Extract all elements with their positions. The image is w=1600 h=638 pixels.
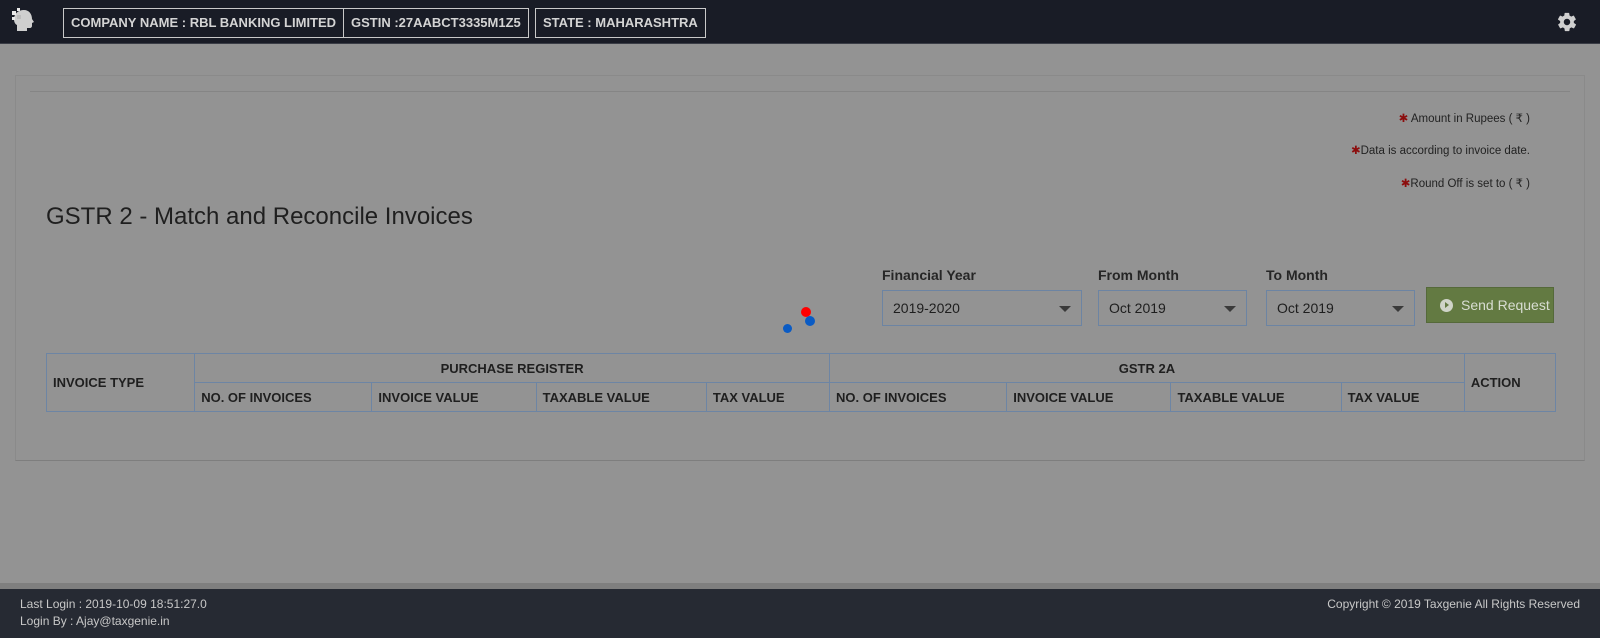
note-data: ✱Data is according to invoice date. xyxy=(1351,143,1530,157)
col-action: ACTION xyxy=(1463,353,1557,412)
col-invoice-type: INVOICE TYPE xyxy=(45,353,196,412)
top-bar: COMPANY NAME : RBL BANKING LIMITED GSTIN… xyxy=(0,0,1600,44)
col-group-purchase-register: PURCHASE REGISTER xyxy=(194,353,830,383)
note-roundoff: ✱Round Off is set to ( ₹ ) xyxy=(1401,176,1530,190)
loading-spinner-dot xyxy=(783,324,792,333)
last-login-text: Last Login : 2019-10-09 18:51:27.0 xyxy=(20,597,207,611)
copyright-text: Copyright © 2019 Taxgenie All Rights Res… xyxy=(1327,597,1580,611)
chevron-down-icon xyxy=(1392,306,1404,312)
col-g2a-invoice-value: INVOICE VALUE xyxy=(1006,382,1172,412)
arrow-circle-icon xyxy=(1440,299,1453,312)
to-month-value: Oct 2019 xyxy=(1277,300,1334,316)
note-amount-text: Amount in Rupees ( ₹ ) xyxy=(1410,113,1530,125)
table-subheader-row: NO. OF INVOICES INVOICE VALUE TAXABLE VA… xyxy=(47,382,1556,412)
col-g2a-tax-value: TAX VALUE xyxy=(1340,382,1465,412)
col-pr-no-of-invoices: NO. OF INVOICES xyxy=(194,382,373,412)
reconcile-table: INVOICE TYPE PURCHASE REGISTER GSTR 2A A… xyxy=(45,353,1557,412)
table-header-row: INVOICE TYPE PURCHASE REGISTER GSTR 2A A… xyxy=(45,353,1557,412)
col-g2a-no-of-invoices: NO. OF INVOICES xyxy=(828,382,1008,412)
asterisk-icon: ✱ xyxy=(1400,178,1411,190)
note-data-text: Data is according to invoice date. xyxy=(1360,145,1530,157)
financial-year-label: Financial Year xyxy=(882,267,976,283)
col-pr-taxable-value: TAXABLE VALUE xyxy=(535,382,707,412)
chevron-down-icon xyxy=(1059,306,1071,312)
login-by-text: Login By : Ajay@taxgenie.in xyxy=(20,614,170,628)
col-pr-tax-value: TAX VALUE xyxy=(705,382,831,412)
to-month-select[interactable]: Oct 2019 xyxy=(1266,290,1415,326)
financial-year-select[interactable]: 2019-2020 xyxy=(882,290,1082,326)
page-title: GSTR 2 - Match and Reconcile Invoices xyxy=(46,203,473,230)
col-pr-invoice-value: INVOICE VALUE xyxy=(371,382,537,412)
asterisk-icon: ✱ xyxy=(1350,145,1361,157)
send-request-label: Send Request xyxy=(1461,297,1550,313)
from-month-select[interactable]: Oct 2019 xyxy=(1098,290,1247,326)
gstin-badge: GSTIN :27AABCT3335M1Z5 xyxy=(343,8,529,38)
chevron-down-icon xyxy=(1224,306,1236,312)
loading-spinner-dot xyxy=(805,316,815,326)
send-request-button[interactable]: Send Request xyxy=(1426,287,1554,323)
company-name-badge: COMPANY NAME : RBL BANKING LIMITED xyxy=(63,8,345,38)
from-month-label: From Month xyxy=(1098,267,1179,283)
state-badge: STATE : MAHARASHTRA xyxy=(535,8,706,38)
note-amount: ✱ Amount in Rupees ( ₹ ) xyxy=(1399,111,1530,125)
from-month-value: Oct 2019 xyxy=(1109,300,1166,316)
note-roundoff-text: Round Off is set to ( ₹ ) xyxy=(1410,178,1530,190)
gear-icon[interactable] xyxy=(1556,11,1578,33)
col-group-gstr2a: GSTR 2A xyxy=(829,353,1465,383)
main-panel: ✱ Amount in Rupees ( ₹ ) ✱Data is accord… xyxy=(15,75,1585,461)
to-month-label: To Month xyxy=(1266,267,1328,283)
footer: Last Login : 2019-10-09 18:51:27.0 Login… xyxy=(0,583,1600,638)
asterisk-icon: ✱ xyxy=(1398,113,1409,125)
financial-year-value: 2019-2020 xyxy=(893,300,960,316)
panel-divider xyxy=(30,91,1570,92)
col-g2a-taxable-value: TAXABLE VALUE xyxy=(1170,382,1342,412)
brain-logo-icon[interactable] xyxy=(8,6,40,38)
